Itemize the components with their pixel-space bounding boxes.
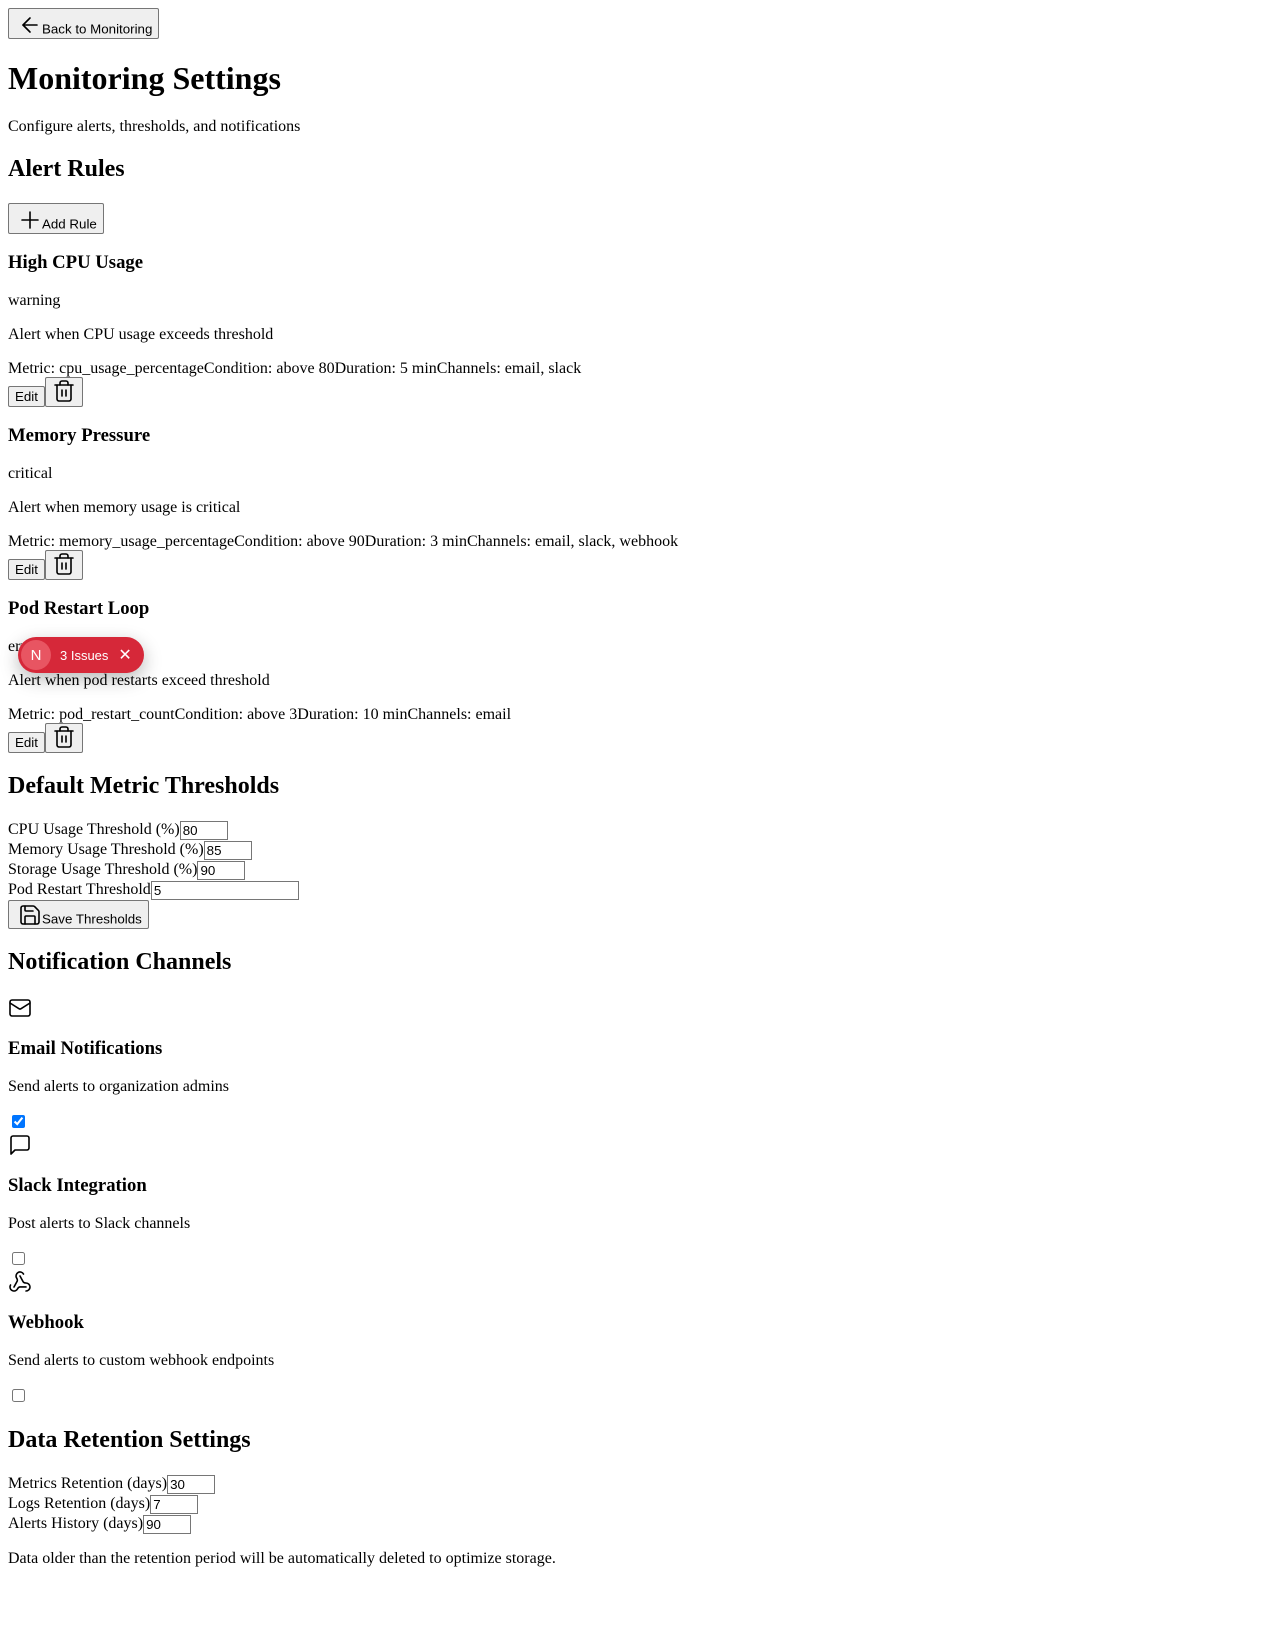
rule-severity: warning	[8, 292, 61, 309]
data-retention-heading: Data Retention Settings	[8, 1427, 251, 1453]
retention-note: Data older than the retention period wil…	[8, 1550, 556, 1567]
back-to-monitoring-button[interactable]: Back to Monitoring	[8, 8, 160, 39]
rule-name: High CPU Usage	[8, 252, 144, 273]
alerts-history-row: Alerts History (days)	[8, 1514, 1272, 1534]
webhook-icon	[8, 1270, 1272, 1294]
rule-metric: Metric: pod_restart_count	[8, 706, 175, 723]
rule-duration: Duration: 10 min	[297, 706, 408, 723]
memory-threshold-row: Memory Usage Threshold (%)	[8, 840, 1272, 860]
issues-badge[interactable]: N 3 Issues ✕	[18, 637, 144, 673]
channel-description: Send alerts to custom webhook endpoints	[8, 1352, 275, 1369]
metrics-retention-label: Metrics Retention (days)	[8, 1475, 168, 1492]
save-thresholds-button[interactable]: Save Thresholds	[8, 900, 149, 929]
rule-channels: Channels: email, slack, webhook	[467, 533, 679, 550]
rule-severity: error	[8, 638, 1272, 656]
cpu-threshold-label: CPU Usage Threshold (%)	[8, 821, 180, 838]
rule-description: Alert when memory usage is critical	[8, 499, 241, 516]
trash-icon	[54, 553, 74, 575]
page-subtitle: Configure alerts, thresholds, and notifi…	[8, 118, 301, 135]
save-thresholds-label: Save Thresholds	[42, 911, 142, 927]
notification-channels-heading: Notification Channels	[8, 949, 232, 975]
rule-description: Alert when pod restarts exceed threshold	[8, 672, 270, 689]
delete-rule-button[interactable]	[44, 550, 83, 580]
retention-form: Metrics Retention (days) Logs Retention …	[8, 1474, 1272, 1534]
page-title: Monitoring Settings	[8, 60, 281, 96]
thresholds-heading: Default Metric Thresholds	[8, 773, 280, 799]
channel-email: Email Notifications Send alerts to organ…	[8, 996, 1272, 1133]
email-enabled-checkbox[interactable]	[12, 1115, 25, 1128]
channel-description: Send alerts to organization admins	[8, 1078, 229, 1095]
rule-description: Alert when CPU usage exceeds threshold	[8, 326, 274, 343]
rule-name: Pod Restart Loop	[8, 598, 150, 619]
rule-duration: Duration: 5 min	[334, 360, 437, 377]
message-square-icon	[8, 1133, 1272, 1157]
pod-restart-threshold-input[interactable]	[150, 881, 299, 900]
alert-rule-card: Pod Restart Loop error Alert when pod re…	[8, 598, 1272, 753]
rule-duration: Duration: 3 min	[364, 533, 467, 550]
channel-title: Slack Integration	[8, 1175, 147, 1196]
trash-icon	[54, 380, 74, 402]
rule-name: Memory Pressure	[8, 425, 151, 446]
logs-retention-row: Logs Retention (days)	[8, 1494, 1272, 1514]
edit-rule-button[interactable]: Edit	[8, 731, 45, 753]
memory-threshold-input[interactable]	[203, 841, 252, 860]
delete-rule-button[interactable]	[44, 377, 83, 407]
add-rule-button[interactable]: Add Rule	[8, 203, 104, 234]
rule-severity: critical	[8, 465, 53, 482]
pod-restart-threshold-label: Pod Restart Threshold	[8, 881, 151, 898]
edit-rule-button[interactable]: Edit	[8, 558, 45, 580]
rule-metric: Metric: cpu_usage_percentage	[8, 360, 204, 377]
channel-title: Email Notifications	[8, 1038, 163, 1059]
channel-title: Webhook	[8, 1312, 84, 1333]
settings-page: Back to Monitoring Monitoring Settings C…	[0, 0, 1280, 1592]
mail-icon	[8, 996, 1272, 1020]
alert-rule-card: High CPU Usage warning Alert when CPU us…	[8, 252, 1272, 407]
rule-details: Metric: memory_usage_percentageCondition…	[8, 533, 1272, 551]
cpu-threshold-row: CPU Usage Threshold (%)	[8, 820, 1272, 840]
rule-details: Metric: pod_restart_countCondition: abov…	[8, 706, 1272, 724]
metrics-retention-row: Metrics Retention (days)	[8, 1474, 1272, 1494]
channel-slack: Slack Integration Post alerts to Slack c…	[8, 1133, 1272, 1270]
metrics-retention-input[interactable]	[167, 1475, 216, 1494]
arrow-left-icon	[22, 17, 38, 33]
rule-metric: Metric: memory_usage_percentage	[8, 533, 235, 550]
channel-description: Post alerts to Slack channels	[8, 1215, 191, 1232]
alert-rule-card: Memory Pressure critical Alert when memo…	[8, 425, 1272, 580]
pod-restart-threshold-row: Pod Restart Threshold	[8, 880, 1272, 900]
issues-avatar: N	[21, 640, 51, 670]
storage-threshold-label: Storage Usage Threshold (%)	[8, 861, 198, 878]
rule-channels: Channels: email, slack	[436, 360, 582, 377]
back-label: Back to Monitoring	[42, 21, 153, 37]
cpu-threshold-input[interactable]	[179, 821, 228, 840]
memory-threshold-label: Memory Usage Threshold (%)	[8, 841, 204, 858]
close-icon[interactable]: ✕	[118, 645, 131, 665]
rule-condition: Condition: above 90	[234, 533, 365, 550]
save-icon	[20, 905, 40, 925]
alerts-history-input[interactable]	[143, 1515, 192, 1534]
trash-icon	[54, 726, 74, 748]
rule-condition: Condition: above 3	[174, 706, 298, 723]
rule-actions: Edit	[8, 377, 1272, 407]
plus-icon	[21, 211, 39, 229]
thresholds-form: CPU Usage Threshold (%) Memory Usage Thr…	[8, 820, 1272, 900]
rule-actions: Edit	[8, 550, 1272, 580]
alert-rules-heading: Alert Rules	[8, 156, 125, 182]
issues-count: 3 Issues	[60, 647, 109, 663]
add-rule-label: Add Rule	[42, 216, 97, 232]
channel-webhook: Webhook Send alerts to custom webhook en…	[8, 1270, 1272, 1407]
logs-retention-label: Logs Retention (days)	[8, 1495, 151, 1512]
rule-actions: Edit	[8, 723, 1272, 753]
alerts-history-label: Alerts History (days)	[8, 1515, 144, 1532]
delete-rule-button[interactable]	[44, 723, 83, 753]
logs-retention-input[interactable]	[150, 1495, 199, 1514]
rule-details: Metric: cpu_usage_percentageCondition: a…	[8, 360, 1272, 378]
edit-rule-button[interactable]: Edit	[8, 385, 45, 407]
rule-channels: Channels: email	[407, 706, 512, 723]
webhook-enabled-checkbox[interactable]	[12, 1389, 25, 1402]
rule-condition: Condition: above 80	[203, 360, 335, 377]
storage-threshold-input[interactable]	[197, 861, 246, 880]
slack-enabled-checkbox[interactable]	[12, 1252, 25, 1265]
storage-threshold-row: Storage Usage Threshold (%)	[8, 860, 1272, 880]
